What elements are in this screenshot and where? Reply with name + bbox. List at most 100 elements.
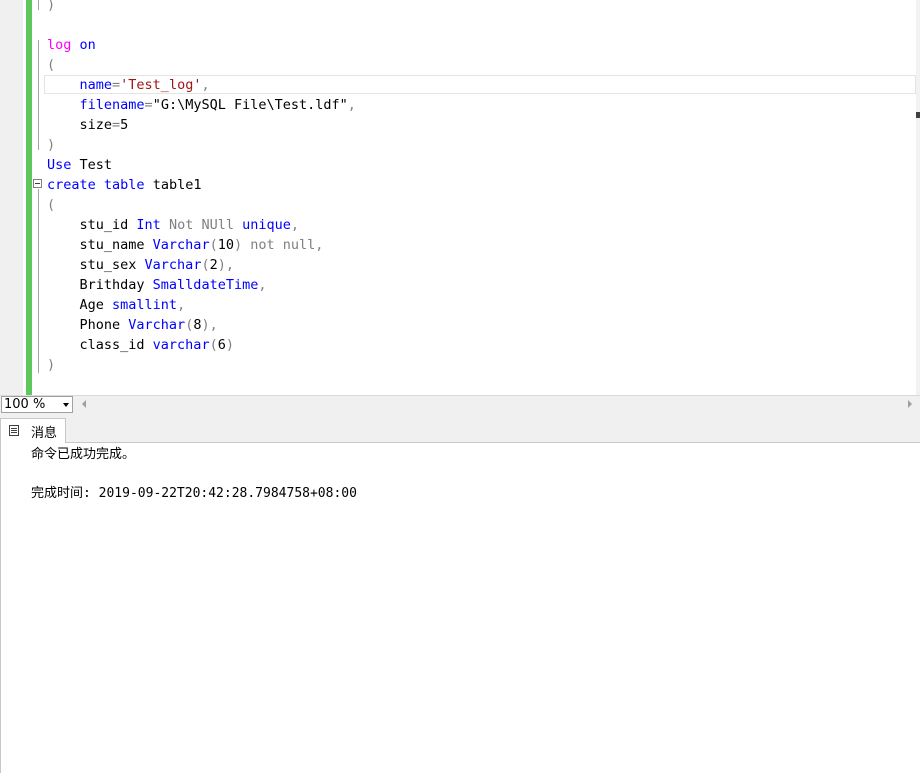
fold-guide-line — [38, 40, 39, 150]
message-status: 命令已成功完成。 — [31, 447, 136, 462]
code-line: size=5 — [47, 115, 129, 135]
message-completion-time: 完成时间: 2019-09-22T20:42:28.7984758+08:00 — [31, 486, 357, 501]
code-token: Varchar — [144, 257, 202, 273]
code-token: ) — [233, 237, 243, 253]
code-token: = — [144, 97, 153, 113]
editor-gutter — [0, 0, 23, 395]
code-line: Use Test — [47, 155, 112, 175]
code-token: 6 — [217, 337, 226, 353]
zoom-dropdown[interactable]: 100 % — [1, 396, 73, 413]
code-token: 10 — [217, 237, 234, 253]
code-token: "G:\MySQL File\Test.ldf" — [152, 97, 348, 113]
code-token: Phone — [47, 317, 129, 333]
code-token: filename — [79, 97, 145, 113]
code-line: stu_id Int Not NUll unique, — [47, 215, 300, 235]
chevron-down-icon — [63, 403, 69, 407]
code-line: create table table1 — [47, 175, 201, 195]
fold-guide-line — [38, 189, 39, 373]
code-token: varchar — [152, 337, 210, 353]
change-tracking-bar — [26, 0, 32, 395]
code-token: smallint — [112, 297, 178, 313]
code-token: Int — [136, 217, 161, 233]
code-line: filename="G:\MySQL File\Test.ldf", — [47, 95, 356, 115]
scroll-right-icon[interactable] — [908, 400, 912, 408]
code-token: table — [103, 177, 145, 193]
code-token: log — [47, 37, 72, 53]
fold-guide-line — [38, 0, 39, 10]
code-token: , — [225, 257, 235, 273]
code-token: , — [347, 97, 356, 113]
code-line: Brithday SmalldateTime, — [47, 275, 267, 295]
scroll-left-icon[interactable] — [82, 400, 86, 408]
code-token: class_id — [47, 337, 153, 353]
code-line: class_id varchar(6) — [47, 335, 235, 355]
code-token: ( — [201, 257, 210, 273]
code-line: ( — [47, 195, 55, 215]
code-token: unique — [242, 217, 291, 233]
code-line: Phone Varchar(8), — [47, 315, 218, 335]
zoom-value: 100 % — [4, 397, 46, 412]
code-token: 5 — [120, 117, 129, 133]
code-token: , — [290, 217, 300, 233]
tab-messages-label: 消息 — [31, 426, 58, 441]
tab-messages[interactable]: 消息 — [0, 418, 66, 443]
code-token: ( — [209, 237, 218, 253]
code-line: stu_name Varchar(10) not null, — [47, 235, 324, 255]
code-token: ) — [47, 0, 56, 13]
results-tab-strip: 消息 — [0, 414, 920, 443]
code-token: Use — [47, 157, 72, 173]
code-token: table1 — [144, 177, 202, 193]
code-token: 2 — [209, 257, 218, 273]
code-token: create — [47, 177, 96, 193]
code-token: 'Test_log' — [120, 77, 202, 93]
code-token: ( — [209, 337, 218, 353]
code-token: Varchar — [128, 317, 186, 333]
code-token: stu_sex — [47, 257, 145, 273]
code-line: Age smallint, — [47, 295, 186, 315]
code-token: , — [201, 77, 210, 93]
code-token: ( — [47, 197, 56, 213]
code-token: , — [315, 237, 324, 253]
code-line: ) — [47, 135, 55, 155]
code-line: ) — [47, 355, 55, 375]
vertical-scrollbar[interactable] — [916, 0, 920, 395]
code-token: , — [258, 277, 267, 293]
code-token: stu_id — [47, 217, 137, 233]
code-line: log on — [47, 35, 96, 55]
query-editor[interactable]: ) log on( name='Test_log', filename="G:\M… — [0, 0, 920, 395]
code-token: size — [47, 117, 113, 133]
code-token: SmalldateTime — [152, 277, 259, 293]
code-token: Age — [47, 297, 113, 313]
code-token: ) — [47, 357, 56, 373]
code-token: , — [209, 317, 218, 333]
code-token: on — [79, 37, 96, 53]
code-line: stu_sex Varchar(2), — [47, 255, 235, 275]
code-token: not null — [250, 237, 316, 253]
code-token: ) — [47, 137, 56, 153]
messages-icon — [9, 425, 19, 436]
code-line: ) — [47, 0, 55, 15]
code-token: , — [177, 297, 186, 313]
scroll-position-marker — [916, 112, 920, 118]
code-token: Not NUll — [168, 217, 234, 233]
messages-pane: 命令已成功完成。 完成时间: 2019-09-22T20:42:28.79847… — [0, 443, 920, 773]
code-token: ) — [225, 337, 234, 353]
code-token: ) — [201, 317, 210, 333]
code-line: name='Test_log', — [47, 75, 210, 95]
code-token: Test — [71, 157, 113, 173]
code-token: stu_name — [47, 237, 153, 253]
code-token: = — [112, 117, 121, 133]
code-token: name — [79, 77, 113, 93]
code-token: ) — [217, 257, 226, 273]
editor-status-bar: 100 % — [0, 395, 920, 414]
code-token: = — [112, 77, 121, 93]
code-token: Brithday — [47, 277, 153, 293]
code-token: ( — [47, 57, 56, 73]
collapse-region-icon[interactable] — [33, 179, 42, 188]
